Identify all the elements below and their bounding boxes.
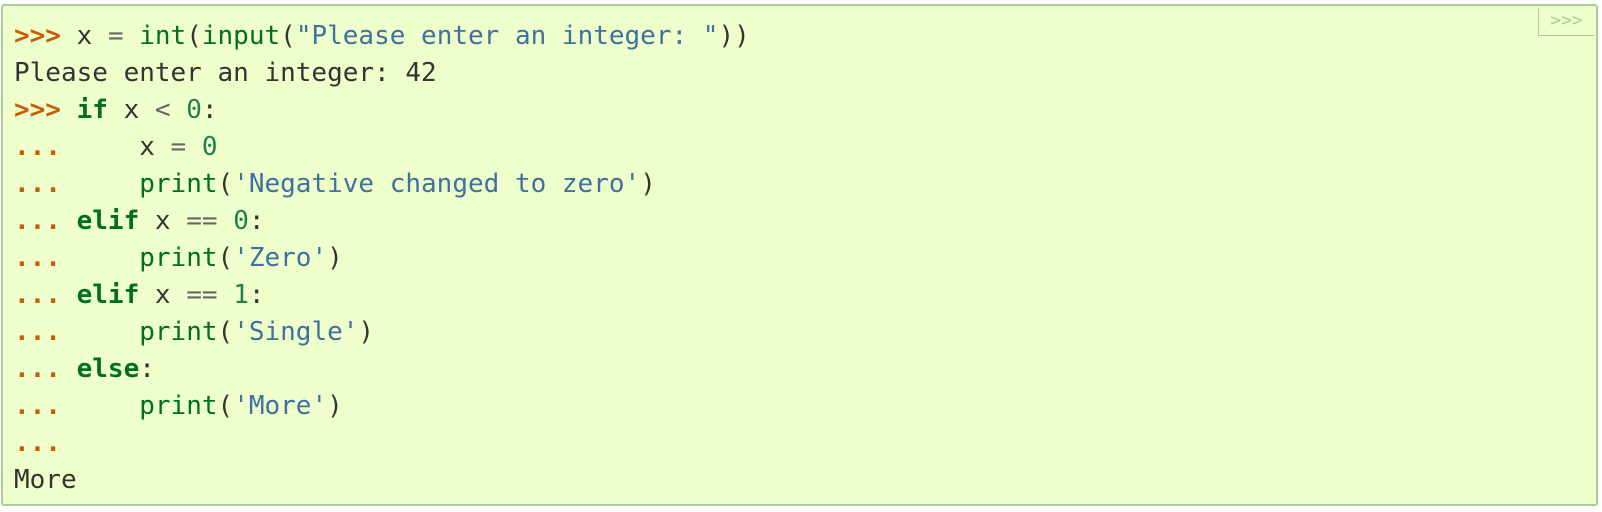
- code-block: >>> >>> x = int(input("Please enter an i…: [1, 4, 1598, 506]
- code-token: ): [640, 169, 656, 199]
- string-literal: 'More': [233, 391, 328, 421]
- code-token: x: [139, 206, 187, 236]
- operator: ==: [186, 206, 218, 236]
- code-line-6: ... print('Zero'): [14, 240, 750, 277]
- code-token: x: [60, 132, 171, 162]
- keyword: else: [76, 354, 140, 384]
- code-line-5: ... elif x == 0:: [14, 203, 750, 240]
- prompt-marker: ...: [14, 354, 61, 384]
- code-token: ): [358, 317, 375, 347]
- code-line-9: ... else:: [14, 351, 750, 388]
- program-output: Please enter an integer: 42: [14, 58, 437, 88]
- string-literal: 'Single': [233, 317, 359, 347]
- code-token: (: [217, 169, 234, 199]
- code-line-4: ... print('Negative changed to zero'): [14, 166, 750, 203]
- code-line-3: ... x = 0: [14, 129, 750, 166]
- keyword: elif: [76, 280, 140, 310]
- code-token: :: [248, 206, 265, 236]
- code-line-7: ... elif x == 1:: [14, 277, 750, 314]
- prompt-marker: ...: [14, 132, 61, 162]
- output-line-1: Please enter an integer: 42: [14, 55, 750, 92]
- code-token: x: [139, 280, 187, 310]
- number-literal: 0: [186, 95, 202, 125]
- builtin-name: print: [139, 317, 218, 347]
- string-literal: "Please enter an integer: ": [295, 21, 719, 51]
- code-token: )): [718, 21, 750, 51]
- number-literal: 0: [233, 206, 249, 236]
- builtin-name: print: [139, 391, 218, 421]
- number-literal: 1: [233, 280, 249, 310]
- prompt-marker: ...: [14, 428, 61, 458]
- output-line-2: More: [14, 462, 750, 499]
- copy-prompt-toggle-button[interactable]: >>>: [1538, 8, 1594, 36]
- prompt-marker: ...: [14, 280, 61, 310]
- number-literal: 0: [201, 132, 218, 162]
- code-token: x: [60, 21, 108, 51]
- prompt-marker: ...: [14, 169, 61, 199]
- code-token: (: [280, 21, 296, 51]
- prompt-marker: >>>: [14, 95, 61, 125]
- string-literal: 'Zero': [233, 243, 328, 273]
- builtin-name: input: [201, 21, 281, 51]
- operator: =: [170, 132, 187, 162]
- code-listing: >>> x = int(input("Please enter an integ…: [14, 18, 750, 499]
- code-token: (: [217, 317, 234, 347]
- builtin-name: print: [139, 243, 218, 273]
- code-line-8: ... print('Single'): [14, 314, 750, 351]
- code-line-10: ... print('More'): [14, 388, 750, 425]
- code-token: ): [327, 243, 343, 273]
- code-token: x: [107, 95, 155, 125]
- code-token: :: [201, 95, 218, 125]
- code-token: (: [186, 21, 202, 51]
- keyword: elif: [76, 206, 140, 236]
- operator: <: [154, 95, 171, 125]
- string-literal: 'Negative changed to zero': [233, 169, 641, 199]
- builtin-name: int: [139, 21, 187, 51]
- operator: ==: [186, 280, 218, 310]
- prompt-marker: ...: [14, 391, 61, 421]
- prompt-marker: ...: [14, 243, 61, 273]
- code-line-2: >>> if x < 0:: [14, 92, 750, 129]
- program-output: More: [14, 465, 77, 495]
- operator: =: [107, 21, 124, 51]
- code-token: (: [217, 243, 234, 273]
- code-token: (: [217, 391, 234, 421]
- code-token: :: [139, 354, 155, 384]
- code-token: ): [327, 391, 343, 421]
- code-line-1: >>> x = int(input("Please enter an integ…: [14, 18, 750, 55]
- prompt-marker: ...: [14, 206, 61, 236]
- prompt-marker: ...: [14, 317, 61, 347]
- code-token: :: [248, 280, 265, 310]
- keyword: if: [76, 95, 108, 125]
- builtin-name: print: [139, 169, 218, 199]
- code-line-11: ...: [14, 425, 750, 462]
- prompt-marker: >>>: [14, 21, 61, 51]
